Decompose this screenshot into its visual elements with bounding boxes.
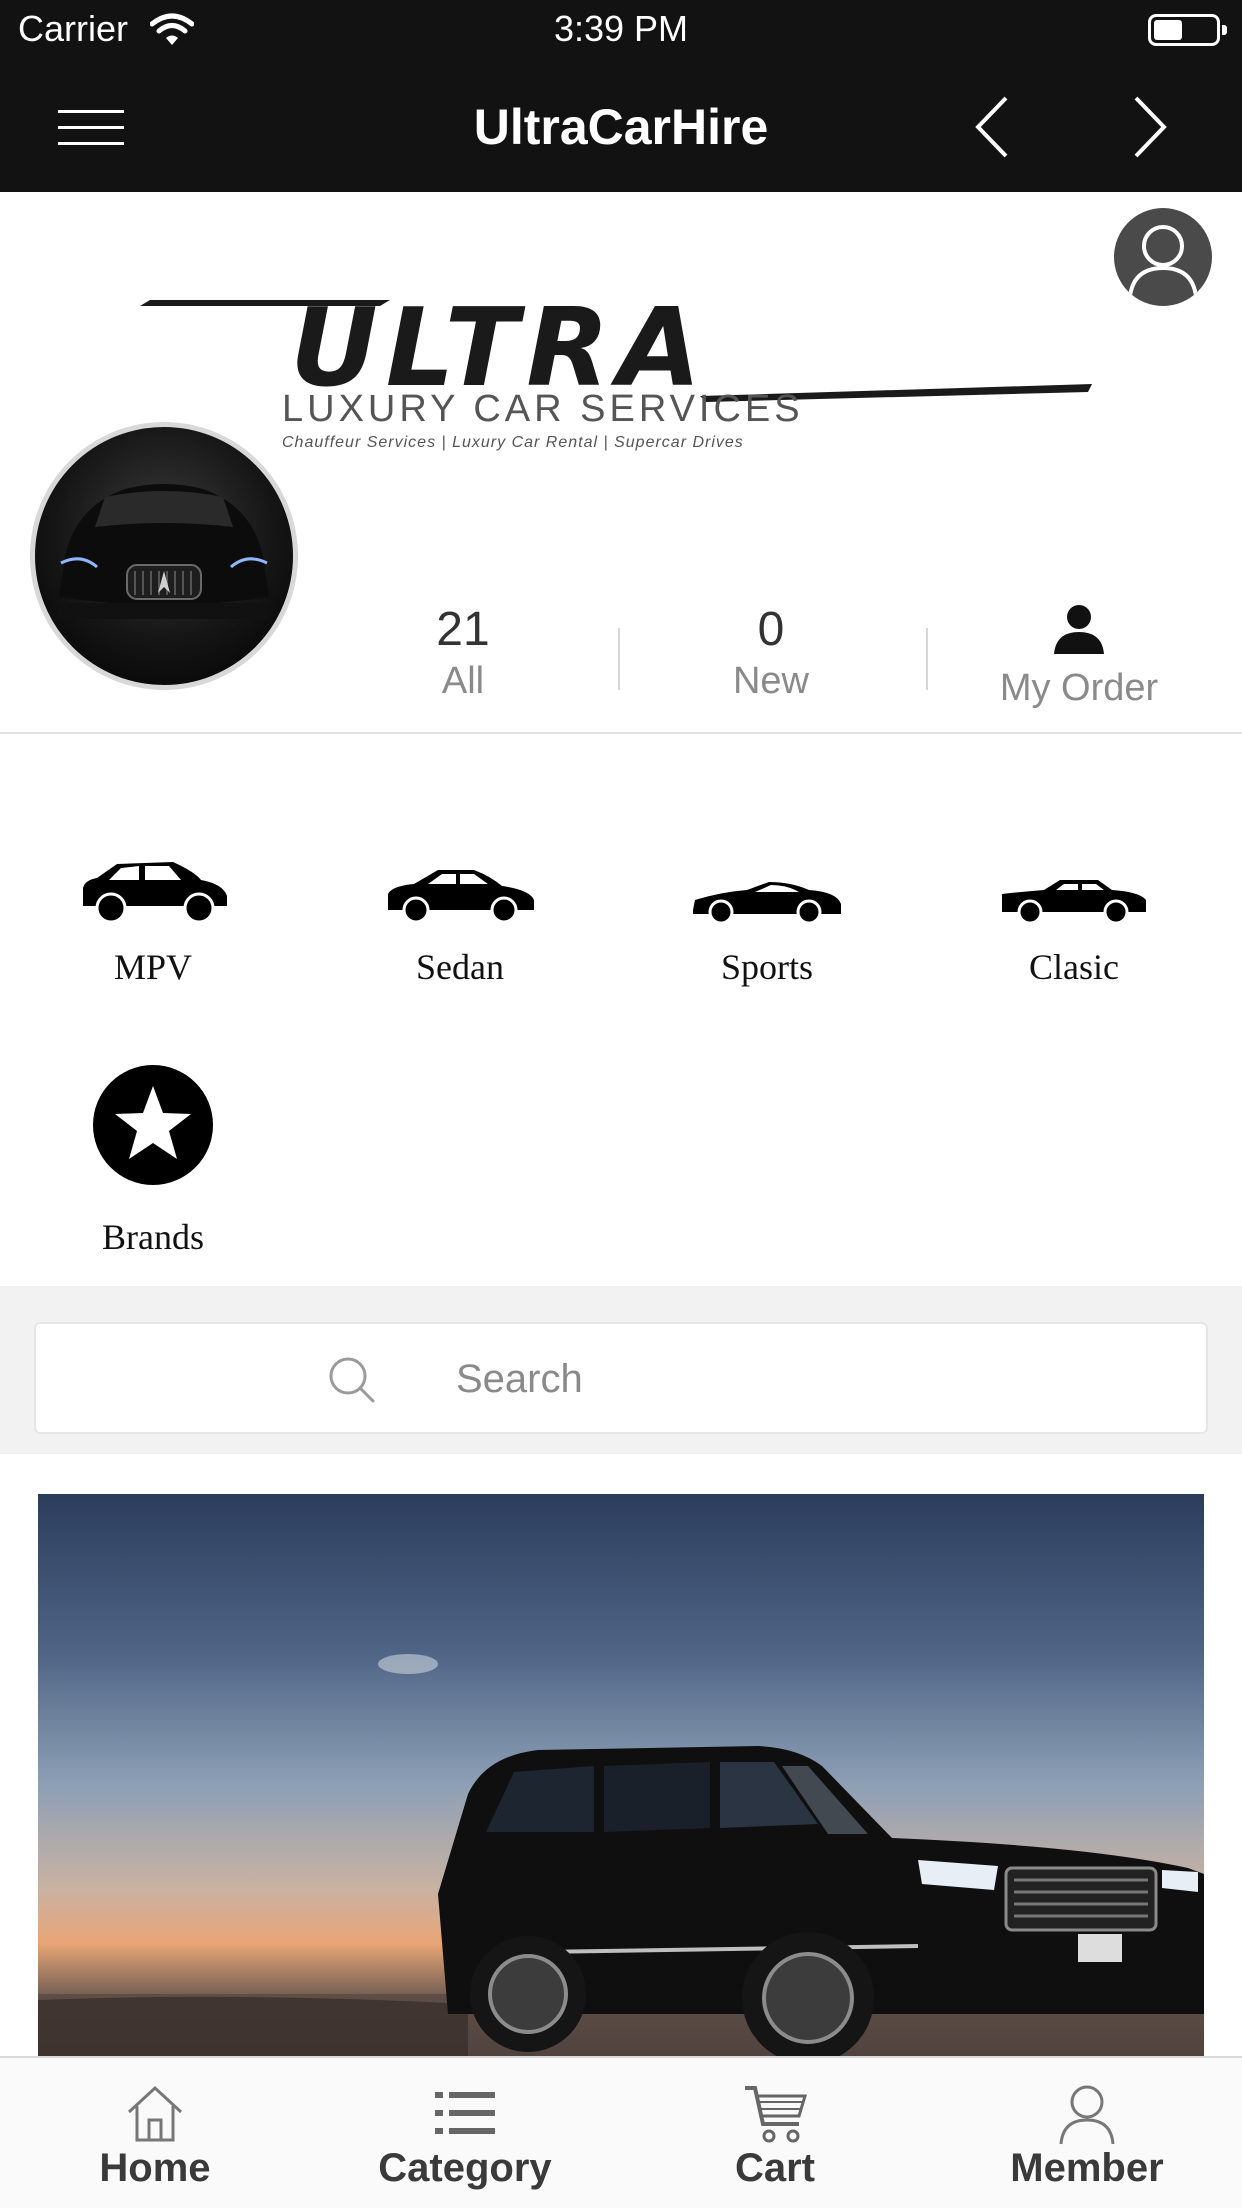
logo-tagline: Chauffeur Services | Luxury Car Rental |…	[282, 434, 744, 451]
search-icon	[329, 1357, 375, 1403]
category-clasic[interactable]: Clasic	[921, 834, 1227, 988]
stat-new-label: New	[732, 660, 810, 702]
status-bar: Carrier 3:39 PM	[0, 0, 1242, 62]
stat-new[interactable]: 0 New	[621, 602, 921, 703]
stat-divider	[618, 628, 620, 690]
bottom-tab-bar: Home Category Cart Member	[0, 2056, 1242, 2208]
member-icon	[1059, 2085, 1115, 2145]
star-icon	[93, 1065, 213, 1185]
category-brands[interactable]: Brands	[0, 1060, 306, 1258]
user-avatar-icon[interactable]	[1114, 208, 1212, 306]
suv-icon	[83, 862, 227, 924]
stat-all-label: All	[441, 660, 485, 702]
navigation-bar: UltraCarHire	[0, 62, 1242, 192]
tab-category-label: Category	[378, 2146, 552, 2190]
category-sedan[interactable]: Sedan	[307, 834, 613, 988]
category-sports[interactable]: Sports	[614, 834, 920, 988]
profile-header: ULTRA LUXURY CAR SERVICES Chauffeur Serv…	[0, 192, 1242, 734]
category-grid: MPV Sedan Sports Clasic Brands	[0, 734, 1242, 1286]
category-sports-label: Sports	[720, 947, 814, 987]
tab-category[interactable]: Category	[310, 2058, 620, 2208]
tab-member[interactable]: Member	[932, 2058, 1242, 2208]
cart-icon	[745, 2086, 807, 2143]
tab-home[interactable]: Home	[0, 2058, 310, 2208]
app-title: UltraCarHire	[473, 99, 769, 155]
tab-member-label: Member	[1010, 2146, 1164, 2190]
stat-all[interactable]: 21 All	[313, 602, 613, 703]
tab-cart-label: Cart	[734, 2146, 816, 2190]
range-rover-image	[38, 1654, 1204, 2056]
search-input[interactable]	[456, 1344, 1156, 1414]
sports-car-icon	[693, 882, 841, 924]
chevron-left-icon[interactable]	[964, 92, 1024, 162]
search-box[interactable]	[34, 1322, 1208, 1434]
battery-icon	[1148, 14, 1227, 46]
stat-my-order[interactable]: My Order	[929, 602, 1229, 710]
category-brands-label: Brands	[102, 1217, 204, 1257]
tab-home-label: Home	[99, 2146, 211, 2190]
category-clasic-label: Clasic	[1029, 947, 1119, 987]
tab-cart[interactable]: Cart	[620, 2058, 930, 2208]
sedan-icon	[388, 870, 534, 924]
chevron-right-icon[interactable]	[1118, 92, 1178, 162]
classic-car-icon	[1002, 880, 1146, 924]
stat-new-value: 0	[757, 603, 785, 656]
category-sedan-label: Sedan	[416, 947, 504, 987]
list-icon	[435, 2092, 495, 2134]
stat-all-value: 21	[436, 603, 490, 656]
featured-car-banner[interactable]	[38, 1494, 1204, 2056]
logo-subtitle: LUXURY CAR SERVICES	[282, 388, 804, 430]
search-section	[0, 1286, 1242, 1454]
ultra-logo: ULTRA LUXURY CAR SERVICES Chauffeur Serv…	[140, 286, 1100, 472]
stat-divider	[926, 628, 928, 690]
category-mpv-label: MPV	[113, 947, 193, 987]
status-time: 3:39 PM	[553, 8, 689, 49]
car-avatar-image	[30, 422, 298, 690]
person-icon	[1054, 605, 1104, 654]
home-icon	[127, 2085, 183, 2142]
stat-my-order-label: My Order	[999, 667, 1159, 709]
category-mpv[interactable]: MPV	[0, 834, 306, 988]
